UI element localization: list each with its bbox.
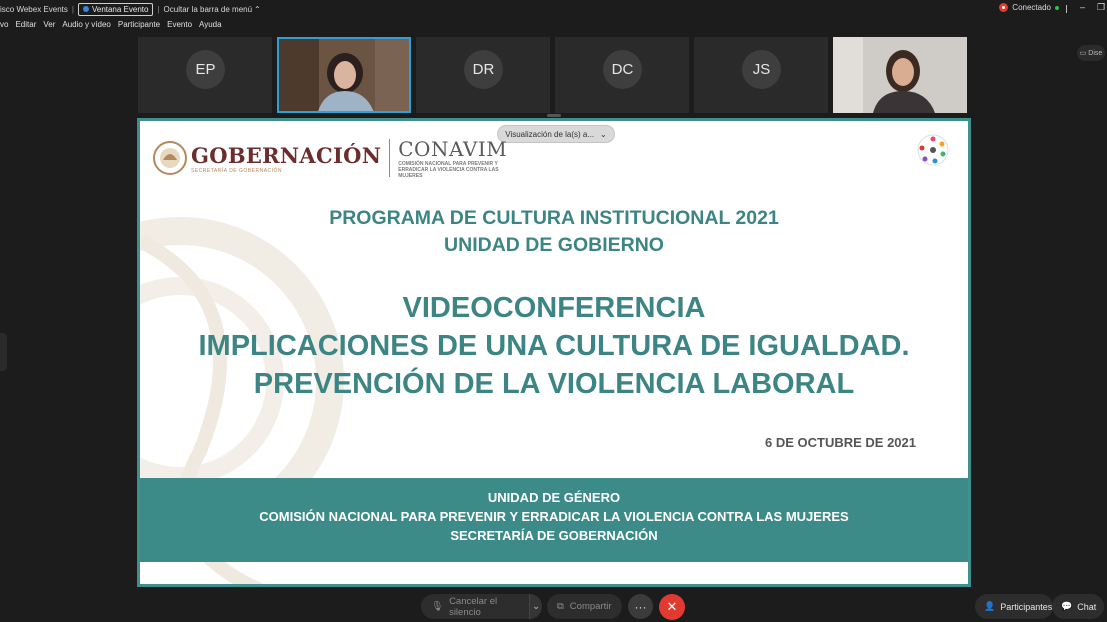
app-title: isco Webex Events	[0, 4, 68, 14]
participant-video-tile[interactable]	[833, 37, 967, 113]
footer-line-1: UNIDAD DE GÉNERO	[487, 490, 621, 505]
splitter-handle[interactable]	[547, 114, 561, 117]
leave-button[interactable]: ✕	[659, 594, 685, 620]
restore-icon[interactable]: ❐	[1097, 2, 1105, 13]
chevron-down-icon: ⌄	[600, 129, 607, 139]
more-icon: ···	[634, 599, 647, 614]
share-label: Compartir	[569, 601, 612, 612]
layout-icon: ▭	[1079, 50, 1087, 57]
menu-item-file[interactable]: vo	[0, 20, 8, 34]
unmute-button[interactable]: 🎙 Cancelar el silencio ⌄	[421, 594, 542, 619]
chat-panel-button[interactable]: 💬 Chat	[1052, 594, 1104, 619]
menu-item-edit[interactable]: Editar	[15, 20, 36, 34]
menu-item-participant[interactable]: Participante	[118, 20, 160, 34]
title-line-1: VIDEOCONFERENCIA	[402, 292, 706, 324]
chevron-up-icon: ⌃	[254, 4, 261, 14]
microphone-muted-icon: 🎙	[431, 601, 444, 612]
title-separator: |	[157, 4, 160, 14]
event-window-button[interactable]: Ventana Evento	[77, 2, 154, 16]
menu-item-view[interactable]: Ver	[43, 20, 55, 34]
layout-button[interactable]: ▭ Dise	[1077, 45, 1105, 61]
chat-label: Chat	[1077, 601, 1097, 612]
participant-tile[interactable]: DC	[555, 37, 689, 113]
conference-date: 6 DE OCTUBRE DE 2021	[765, 435, 916, 450]
title-separator: |	[71, 4, 74, 14]
title-line-2: IMPLICACIONES DE UNA CULTURA DE IGUALDAD…	[198, 330, 910, 362]
connection-label: Conectado	[1012, 3, 1051, 12]
logo-divider	[389, 139, 391, 177]
status-dot-icon	[1055, 5, 1059, 10]
footer-line-2: COMISIÓN NACIONAL PARA PREVENIR Y ERRADI…	[259, 509, 849, 524]
unmute-label: Cancelar el silencio	[449, 595, 498, 618]
participant-tile[interactable]: DR	[416, 37, 550, 113]
logo-conavim-subtitle: COMISIÓN NACIONAL PARA PREVENIR Y ERRADI…	[398, 161, 499, 179]
title-bar: isco Webex Events | Ventana Evento | Ocu…	[0, 0, 1107, 18]
participant-tile[interactable]: JS	[694, 37, 828, 113]
menu-item-audio-video[interactable]: Audio y vídeo	[62, 20, 110, 34]
gobernacion-conavim-logo: GOBERNACIÓN SECRETARÍA DE GOBERNACIÓN CO…	[152, 137, 518, 179]
program-line-2: UNIDAD DE GOBIERNO	[444, 234, 664, 256]
shared-content-slide: Visualización de la(s) a... ⌄ GOBERNACIÓ…	[137, 118, 971, 587]
participant-video	[279, 39, 409, 111]
participants-label: Participantes	[1000, 601, 1053, 612]
side-panel-handle[interactable]	[0, 333, 7, 371]
eagle-seal-icon	[153, 141, 187, 175]
minimize-icon[interactable]: –	[1080, 2, 1085, 12]
title-line-3: PREVENCIÓN DE LA VIOLENCIA LABORAL	[253, 368, 855, 400]
layout-label: Dise	[1088, 49, 1103, 57]
avatar: EP	[186, 50, 225, 89]
close-icon: ✕	[666, 599, 678, 614]
menu-bar: vo Editar Ver Audio y vídeo Participante…	[0, 20, 222, 34]
conference-title: VIDEOCONFERENCIA IMPLICACIONES DE UNA CU…	[140, 289, 968, 403]
title-divider	[1066, 5, 1067, 13]
share-screen-icon: ⧉	[557, 601, 564, 612]
menu-item-help[interactable]: Ayuda	[199, 20, 222, 34]
connection-status[interactable]: Conectado	[999, 3, 1059, 12]
participant-video-tile-active[interactable]	[277, 37, 411, 113]
organizer-footer: UNIDAD DE GÉNERO COMISIÓN NACIONAL PARA …	[140, 478, 968, 562]
footer-line-3: SECRETARÍA DE GOBERNACIÓN	[450, 528, 658, 543]
avatar: DR	[464, 50, 503, 89]
participants-panel-button[interactable]: 👤 Participantes	[975, 594, 1053, 619]
unidad-genero-logo-icon	[917, 134, 949, 166]
participant-tile[interactable]: EP	[138, 37, 272, 113]
hide-menu-label: Ocultar la barra de menú	[163, 4, 253, 14]
globe-icon	[82, 6, 89, 12]
logo-gob-title: GOBERNACIÓN	[191, 142, 382, 168]
recording-icon	[999, 3, 1009, 12]
hide-menu-button[interactable]: Ocultar la barra de menú ⌃	[164, 5, 261, 14]
event-window-label: Ventana Evento	[91, 4, 149, 14]
menu-item-event[interactable]: Evento	[167, 20, 192, 34]
program-heading: PROGRAMA DE CULTURA INSTITUCIONAL 2021 U…	[140, 205, 968, 259]
participant-video	[833, 37, 967, 113]
logo-conavim-title: CONAVIM	[398, 137, 508, 161]
person-icon: 👤	[984, 601, 996, 611]
share-button[interactable]: ⧉ Compartir	[547, 594, 622, 619]
chat-bubble-icon: 💬	[1061, 601, 1073, 611]
avatar: DC	[603, 50, 642, 89]
avatar: JS	[742, 50, 781, 89]
audio-options-chevron-icon[interactable]: ⌄	[529, 594, 542, 619]
program-line-1: PROGRAMA DE CULTURA INSTITUCIONAL 2021	[329, 207, 779, 229]
more-options-button[interactable]: ···	[628, 594, 653, 619]
view-options-label: Visualización de la(s) a...	[505, 129, 595, 139]
logo-gob-subtitle: SECRETARÍA DE GOBERNACIÓN	[191, 167, 283, 174]
